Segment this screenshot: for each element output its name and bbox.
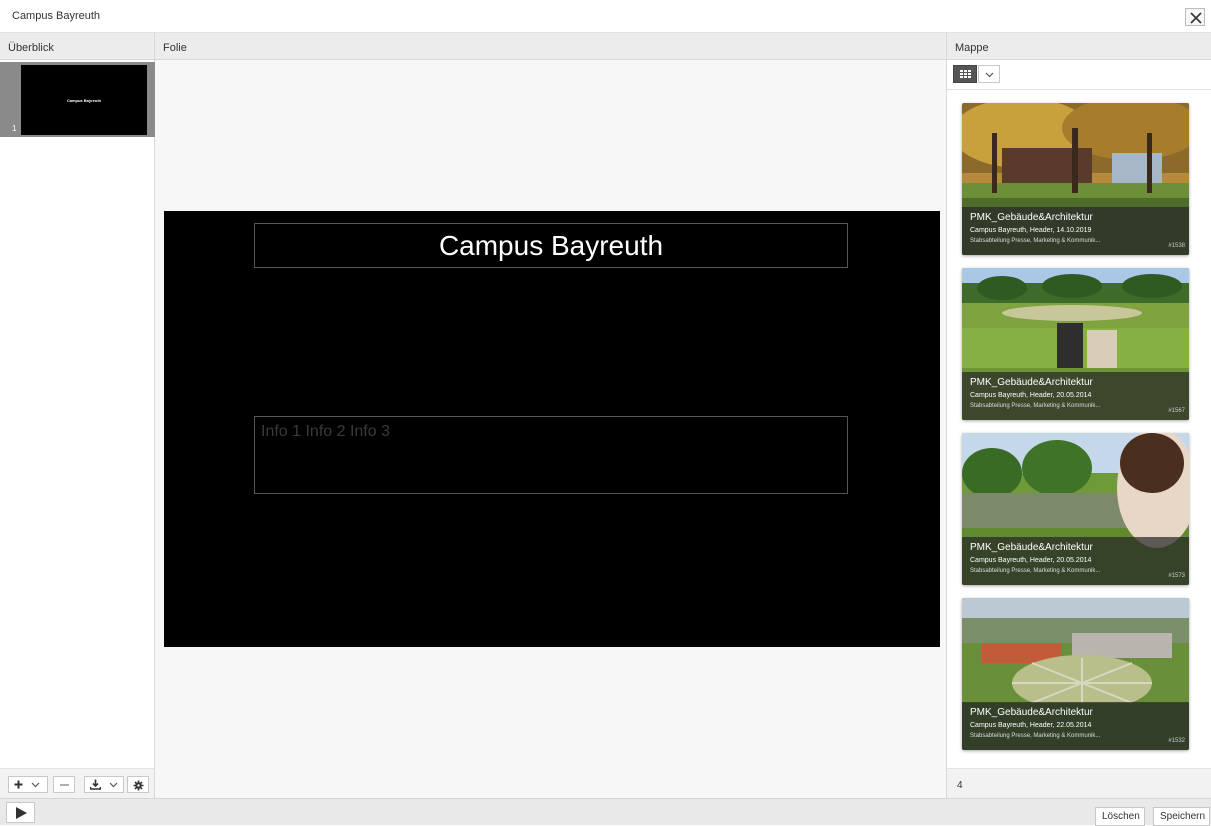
add-slide-button[interactable] xyxy=(8,776,48,793)
play-button[interactable] xyxy=(6,802,35,823)
folder-item-caption: PMK_Gebäude&Architektur Campus Bayreuth,… xyxy=(962,372,1189,420)
folder-item[interactable]: PMK_Gebäude&Architektur Campus Bayreuth,… xyxy=(962,103,1189,255)
gear-icon xyxy=(133,780,144,791)
folder-item-caption: PMK_Gebäude&Architektur Campus Bayreuth,… xyxy=(962,207,1189,255)
folder-item-id: #1538 xyxy=(1168,243,1185,249)
chevron-down-icon xyxy=(985,72,994,78)
remove-slide-button[interactable] xyxy=(53,776,75,793)
play-icon xyxy=(16,807,27,819)
slide-number: 1 xyxy=(12,124,17,133)
window-title: Campus Bayreuth xyxy=(12,10,101,22)
slide-thumbnail[interactable]: Campus Bayreuth xyxy=(21,65,147,135)
grid-icon xyxy=(960,70,971,78)
folder-item-caption: PMK_Gebäude&Architektur Campus Bayreuth,… xyxy=(962,702,1189,750)
chevron-down-icon xyxy=(31,782,40,788)
folder-header: Mappe xyxy=(947,33,1211,60)
folder-panel: PMK_Gebäude&Architektur Campus Bayreuth,… xyxy=(947,60,1211,768)
slide-canvas[interactable]: Campus Bayreuth Info 1 Info 2 Info 3 xyxy=(164,211,940,647)
folder-item-subtitle: Campus Bayreuth, Header, 20.05.2014 xyxy=(970,557,1092,564)
folder-item[interactable]: PMK_Gebäude&Architektur Campus Bayreuth,… xyxy=(962,433,1189,585)
folder-item-title: PMK_Gebäude&Architektur xyxy=(970,212,1093,223)
overview-toolbar xyxy=(0,768,155,798)
folder-item-title: PMK_Gebäude&Architektur xyxy=(970,542,1093,553)
close-icon xyxy=(1190,12,1202,24)
overview-header: Überblick xyxy=(0,33,155,60)
folder-item-org: Stabsabteilung Presse, Marketing & Kommu… xyxy=(970,238,1101,244)
title-bar: Campus Bayreuth xyxy=(0,0,1211,33)
folder-item-subtitle: Campus Bayreuth, Header, 22.05.2014 xyxy=(970,722,1092,729)
slide-header: Folie xyxy=(155,33,947,60)
folder-item-id: #1567 xyxy=(1168,408,1185,414)
minus-icon xyxy=(60,784,69,786)
folder-item-id: #1532 xyxy=(1168,738,1185,744)
slide-thumbnail-selected[interactable]: Campus Bayreuth 1 xyxy=(0,62,155,137)
settings-button[interactable] xyxy=(127,776,149,793)
download-button[interactable] xyxy=(84,776,124,793)
download-icon xyxy=(90,779,101,790)
folder-item-org: Stabsabteilung Presse, Marketing & Kommu… xyxy=(970,733,1101,739)
folder-item[interactable]: PMK_Gebäude&Architektur Campus Bayreuth,… xyxy=(962,268,1189,420)
slide-title-box[interactable]: Campus Bayreuth xyxy=(254,223,848,268)
folder-item-caption: PMK_Gebäude&Architektur Campus Bayreuth,… xyxy=(962,537,1189,585)
delete-button[interactable]: Löschen xyxy=(1095,807,1145,826)
slide-editor: Campus Bayreuth Info 1 Info 2 Info 3 xyxy=(155,60,947,798)
folder-item-id: #1573 xyxy=(1168,573,1185,579)
plus-icon xyxy=(14,780,23,789)
grid-view-button[interactable] xyxy=(953,65,977,83)
folder-count: 4 xyxy=(947,768,1211,798)
folder-item-subtitle: Campus Bayreuth, Header, 14.10.2019 xyxy=(970,227,1092,234)
folder-item-org: Stabsabteilung Presse, Marketing & Kommu… xyxy=(970,403,1101,409)
slide-info-box[interactable]: Info 1 Info 2 Info 3 xyxy=(254,416,848,494)
folder-item-org: Stabsabteilung Presse, Marketing & Kommu… xyxy=(970,568,1101,574)
chevron-down-icon xyxy=(109,782,118,788)
overview-panel: Campus Bayreuth 1 xyxy=(0,60,155,768)
folder-item-title: PMK_Gebäude&Architektur xyxy=(970,377,1093,388)
view-dropdown-button[interactable] xyxy=(978,65,1000,83)
close-button[interactable] xyxy=(1185,8,1205,26)
folder-item-subtitle: Campus Bayreuth, Header, 20.05.2014 xyxy=(970,392,1092,399)
bottom-bar: Löschen Speichern xyxy=(0,798,1211,826)
save-button[interactable]: Speichern xyxy=(1153,807,1210,826)
folder-divider xyxy=(947,89,1211,90)
thumbnail-title: Campus Bayreuth xyxy=(66,98,102,103)
folder-item-title: PMK_Gebäude&Architektur xyxy=(970,707,1093,718)
folder-item[interactable]: PMK_Gebäude&Architektur Campus Bayreuth,… xyxy=(962,598,1189,750)
